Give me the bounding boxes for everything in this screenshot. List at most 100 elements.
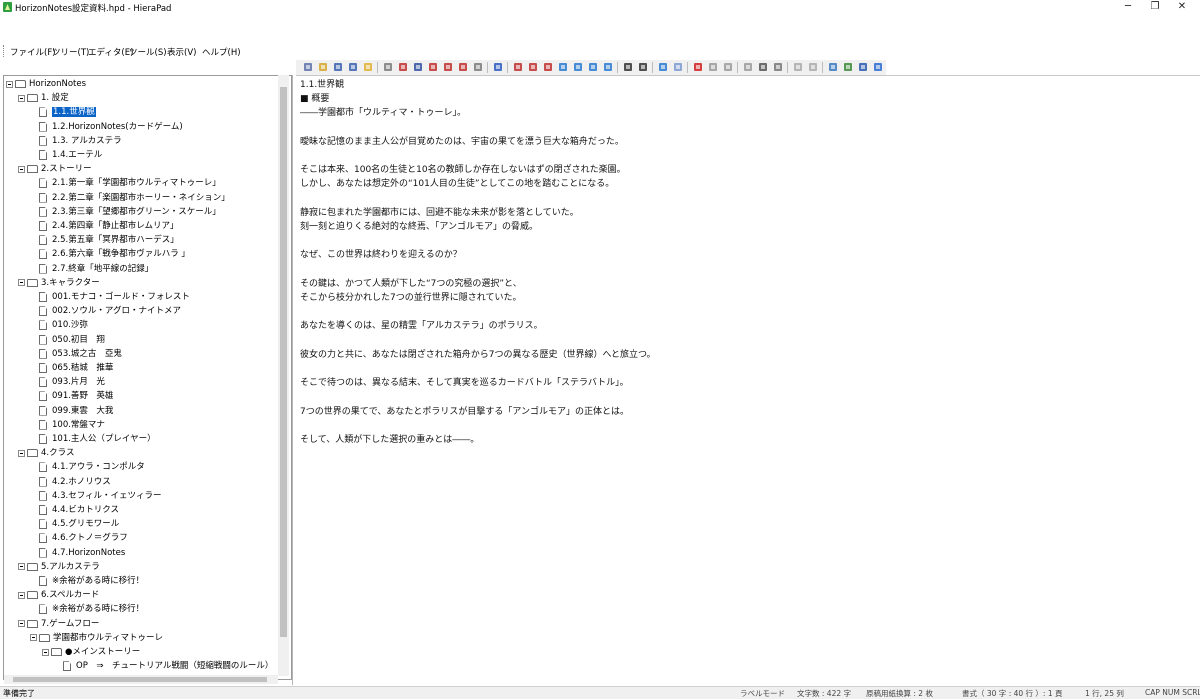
tree-doc-node[interactable]: OP ⇒ チュートリアル戦闘（短縮戦闘のルール） <box>54 659 273 673</box>
tree-doc-node[interactable]: ※余裕がある時に移行！ <box>30 574 144 588</box>
undo-icon[interactable] <box>657 61 669 73</box>
tree-folder-node[interactable]: ●メインストーリー <box>42 645 140 659</box>
tree-horizontal-scroll-thumb[interactable] <box>13 677 267 682</box>
tree-doc-node[interactable]: 4.5.グリモワール <box>30 517 119 531</box>
tree-doc-node[interactable]: 010.沙弥 <box>30 318 88 332</box>
tree-expander-icon[interactable] <box>42 648 49 656</box>
tree-folder-node[interactable]: 2.ストーリー <box>18 162 92 176</box>
add-node-icon[interactable] <box>542 61 554 73</box>
tree-folder-node[interactable]: 3.キャラクター <box>18 276 100 290</box>
tree-folder-node[interactable]: 学園都市ウルティマトゥーレ <box>30 631 163 645</box>
cut-icon[interactable] <box>707 61 719 73</box>
tree-folder-node[interactable]: 1. 設定 <box>18 91 69 105</box>
tree-doc-node[interactable]: 100.常盤マナ <box>30 418 105 432</box>
tree-vertical-scroll-thumb[interactable] <box>280 87 287 637</box>
copy-node-icon[interactable] <box>412 61 424 73</box>
redo-icon[interactable] <box>672 61 684 73</box>
tree-doc-node[interactable]: 053.城之古 亞鬼 <box>30 347 122 361</box>
paste-child-icon[interactable] <box>442 61 454 73</box>
tree-doc-node[interactable]: 002.ソウル・アグロ・ナイトメア <box>30 304 181 318</box>
menu-file[interactable]: ファイル(F) <box>10 46 56 58</box>
tree-doc-node[interactable]: 1.4.エーテル <box>30 148 102 162</box>
replace-icon[interactable] <box>772 61 784 73</box>
tree-doc-node[interactable]: 4.2.ホノリウス <box>30 475 111 489</box>
tree-doc-node[interactable]: 2.5.第五章「冥界都市ハーデス」 <box>30 233 179 247</box>
paste-icon[interactable] <box>742 61 754 73</box>
add-sibling-icon[interactable] <box>512 61 524 73</box>
paste-node-icon[interactable] <box>427 61 439 73</box>
tree-doc-node[interactable]: 001.モナコ・ゴールド・フォレスト <box>30 290 190 304</box>
find-icon[interactable] <box>472 61 484 73</box>
save-all-icon[interactable] <box>347 61 359 73</box>
tree-doc-node[interactable]: 2.2.第二章「楽園都市ホーリー・ネイション」 <box>30 191 230 205</box>
tree-doc-node[interactable]: 050.初目 翔 <box>30 333 105 347</box>
tree-expander-icon[interactable] <box>18 563 25 571</box>
tree-pane[interactable]: HorizonNotes 1. 設定 1.1.世界観 1.2.HorizonNotes… <box>3 75 292 680</box>
tree-doc-node[interactable]: 2.4.第四章「静止都市レムリア」 <box>30 219 179 233</box>
tree-expander-icon[interactable] <box>18 94 25 102</box>
move-right-icon[interactable] <box>602 61 614 73</box>
tree-folder-node[interactable]: 7.ゲームフロー <box>18 617 99 631</box>
tree-expander-icon[interactable] <box>18 620 25 628</box>
tree-folder-node[interactable]: 5.アルカステラ <box>18 560 100 574</box>
tree-expander-icon[interactable] <box>18 449 25 457</box>
new-doc-icon[interactable] <box>302 61 314 73</box>
move-left-icon[interactable] <box>587 61 599 73</box>
tree-doc-node[interactable]: 1.1.世界観 <box>30 105 96 119</box>
tree-doc-node[interactable]: 4.3.セフィル・イェツィラー <box>30 489 162 503</box>
tree-expander-icon[interactable] <box>18 279 25 287</box>
tree-doc-node[interactable]: 4.4.ビカトリクス <box>30 503 119 517</box>
find-text-icon[interactable] <box>757 61 769 73</box>
tree-doc-node[interactable]: ※余裕がある時に移行！ <box>30 602 144 616</box>
tree-doc-node[interactable]: 1.2.HorizonNotes(カードゲーム) <box>30 120 183 134</box>
add-child-icon[interactable] <box>527 61 539 73</box>
settings-icon[interactable] <box>827 61 839 73</box>
tree-folder-node[interactable]: 4.クラス <box>18 446 74 460</box>
tree-doc-node[interactable]: 4.1.アウラ・コンポルタ <box>30 460 145 474</box>
tree-doc-node[interactable]: 101.主人公（プレイヤー） <box>30 432 156 446</box>
tree-doc-node[interactable]: 4.7.HorizonNotes <box>30 546 125 560</box>
tree-doc-node[interactable]: 099.東雲 大我 <box>30 404 113 418</box>
menu-editor[interactable]: エディタ(E) <box>88 46 133 58</box>
tree-expander-icon[interactable] <box>30 634 37 642</box>
close-button[interactable]: ✕ <box>1162 0 1200 14</box>
pane-splitter[interactable] <box>292 75 293 685</box>
collapse-icon[interactable] <box>637 61 649 73</box>
tree-doc-node[interactable]: 091.善野 英雄 <box>30 389 113 403</box>
menu-tools[interactable]: ツール(S) <box>129 46 167 58</box>
tree-doc-node[interactable]: 1.3. アルカステラ <box>30 134 122 148</box>
tree-doc-node[interactable]: 2.3.第三章「望郷都市グリーン・スケール」 <box>30 205 221 219</box>
link-icon[interactable] <box>857 61 869 73</box>
tree-expander-icon[interactable] <box>18 165 25 173</box>
tree-doc-node[interactable]: 2.1.第一章「学園都市ウルティマトゥーレ」 <box>30 176 221 190</box>
tree-folder-node[interactable]: 6.スペルカード <box>18 588 99 602</box>
move-down-icon[interactable] <box>572 61 584 73</box>
copy-icon[interactable] <box>722 61 734 73</box>
delete-node-icon[interactable] <box>457 61 469 73</box>
tree-doc-node[interactable]: 2.7.終章「地平線の記録」 <box>30 262 153 276</box>
move-up-icon[interactable] <box>557 61 569 73</box>
tree-doc-node[interactable]: 093.片月 光 <box>30 375 105 389</box>
help-icon[interactable] <box>492 61 504 73</box>
menu-tree[interactable]: ツリー(T) <box>52 46 89 58</box>
menubar-grip[interactable] <box>3 45 6 57</box>
undo-text-icon[interactable] <box>792 61 804 73</box>
print-preview-icon[interactable] <box>382 61 394 73</box>
text-editor[interactable]: 1.1.世界観 ■ 概要 ――学園都市「ウルティマ・トゥーレ」。 曖昧な記憶のまま主人… <box>296 75 1200 686</box>
tree-doc-node[interactable]: 065.秸城 推華 <box>30 361 113 375</box>
expand-icon[interactable] <box>622 61 634 73</box>
delete-icon[interactable] <box>692 61 704 73</box>
save-icon[interactable] <box>332 61 344 73</box>
menu-help[interactable]: ヘルプ(H) <box>202 46 241 58</box>
tree-doc-node[interactable]: 2.6.第六章「戦争都市ヴァルハラ 」 <box>30 247 190 261</box>
redo-text-icon[interactable] <box>807 61 819 73</box>
tree-expander-icon[interactable] <box>6 80 13 88</box>
open-icon[interactable] <box>362 61 374 73</box>
tree-folder-node[interactable]: HorizonNotes <box>6 77 86 91</box>
tree-doc-node[interactable]: 4.6.クトノ＝グラフ <box>30 531 128 545</box>
open-folder-icon[interactable] <box>317 61 329 73</box>
table-icon[interactable] <box>842 61 854 73</box>
cut-node-icon[interactable] <box>397 61 409 73</box>
web-icon[interactable] <box>872 61 884 73</box>
tree-expander-icon[interactable] <box>18 591 25 599</box>
